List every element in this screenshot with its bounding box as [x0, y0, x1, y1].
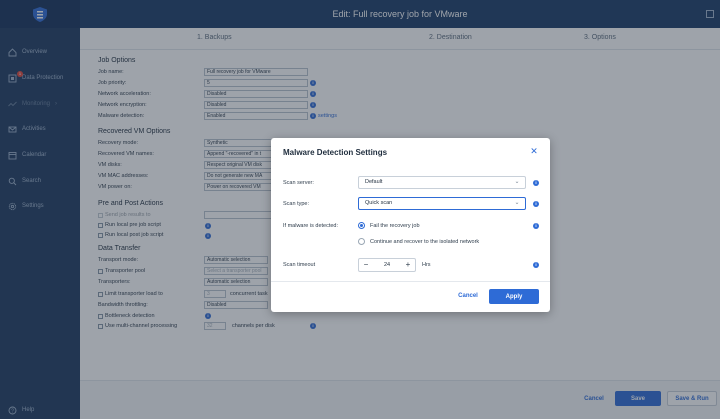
dialog-cancel-button[interactable]: Cancel	[453, 289, 483, 303]
scan-server-label: Scan server:	[283, 180, 314, 186]
malware-settings-dialog: Malware Detection Settings ✕ Scan server…	[271, 138, 550, 312]
close-icon[interactable]: ✕	[529, 146, 539, 156]
timeout-stepper[interactable]: − 24 +	[358, 258, 416, 272]
info-icon[interactable]: i	[533, 223, 539, 229]
continue-recover-radio[interactable]: Continue and recover to the isolated net…	[358, 238, 479, 245]
if-detected-label: If malware is detected:	[283, 223, 339, 229]
radio-selected-icon	[358, 222, 365, 229]
info-icon[interactable]: i	[533, 201, 539, 207]
apply-button[interactable]: Apply	[489, 289, 539, 304]
chevron-down-icon: ⌄	[514, 179, 520, 185]
fail-job-radio[interactable]: Fail the recovery job	[358, 222, 420, 229]
decrement-button[interactable]: −	[359, 259, 373, 271]
scan-type-select[interactable]: Quick scan ⌄	[358, 197, 526, 210]
info-icon[interactable]: i	[533, 262, 539, 268]
radio-label: Fail the recovery job	[370, 222, 420, 229]
radio-label: Continue and recover to the isolated net…	[370, 238, 480, 245]
scan-server-value: Default	[365, 179, 383, 185]
timeout-unit: Hrs	[422, 262, 431, 268]
dialog-divider	[271, 281, 550, 282]
info-icon[interactable]: i	[533, 180, 539, 186]
chevron-down-icon: ⌄	[514, 200, 520, 206]
radio-unselected-icon	[358, 238, 365, 245]
dialog-title: Malware Detection Settings	[283, 148, 388, 157]
scan-type-label: Scan type:	[283, 201, 309, 207]
timeout-value[interactable]: 24	[373, 262, 401, 268]
scan-server-select[interactable]: Default ⌄	[358, 176, 526, 189]
scan-type-value: Quick scan	[365, 200, 393, 206]
increment-button[interactable]: +	[401, 259, 415, 271]
timeout-label: Scan timeout	[283, 262, 316, 268]
